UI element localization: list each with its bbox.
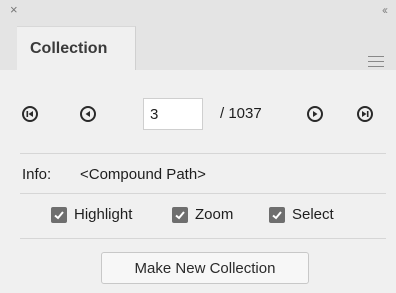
- highlight-label: Highlight: [74, 206, 133, 223]
- highlight-checkbox[interactable]: Highlight: [51, 206, 132, 224]
- info-value: <Compound Path>: [80, 166, 206, 183]
- select-checkbox[interactable]: Select: [269, 206, 334, 224]
- zoom-label: Zoom: [195, 206, 234, 223]
- tab-collection[interactable]: Collection: [17, 26, 136, 71]
- page-number-input[interactable]: [143, 98, 203, 130]
- zoom-checkbox[interactable]: Zoom: [172, 206, 233, 224]
- next-icon[interactable]: [307, 106, 323, 122]
- tab-label: Collection: [30, 40, 108, 57]
- collapse-panel-icon[interactable]: ‹‹: [382, 2, 388, 18]
- checkmark-icon[interactable]: [172, 207, 188, 223]
- checkmark-icon[interactable]: [51, 207, 67, 223]
- checkmark-icon[interactable]: [269, 207, 285, 223]
- collection-panel: × ‹‹ Collection 3 / 1037 Info: <Compound…: [0, 0, 396, 293]
- close-icon[interactable]: ×: [10, 2, 18, 18]
- divider: [20, 153, 386, 154]
- hamburger-menu-icon[interactable]: [368, 56, 384, 68]
- info-label: Info:: [22, 166, 52, 183]
- make-new-collection-button[interactable]: Make New Collection: [101, 252, 309, 284]
- skip-to-last-icon[interactable]: [357, 106, 373, 122]
- skip-to-first-icon[interactable]: [22, 106, 38, 122]
- select-label: Select: [292, 206, 334, 223]
- previous-icon[interactable]: [80, 106, 96, 122]
- divider: [20, 238, 386, 239]
- panel-titlebar: × ‹‹: [0, 0, 396, 20]
- page-total: / 1037: [220, 105, 262, 122]
- divider: [20, 193, 386, 194]
- options-row: Highlight Zoom Select: [0, 204, 396, 226]
